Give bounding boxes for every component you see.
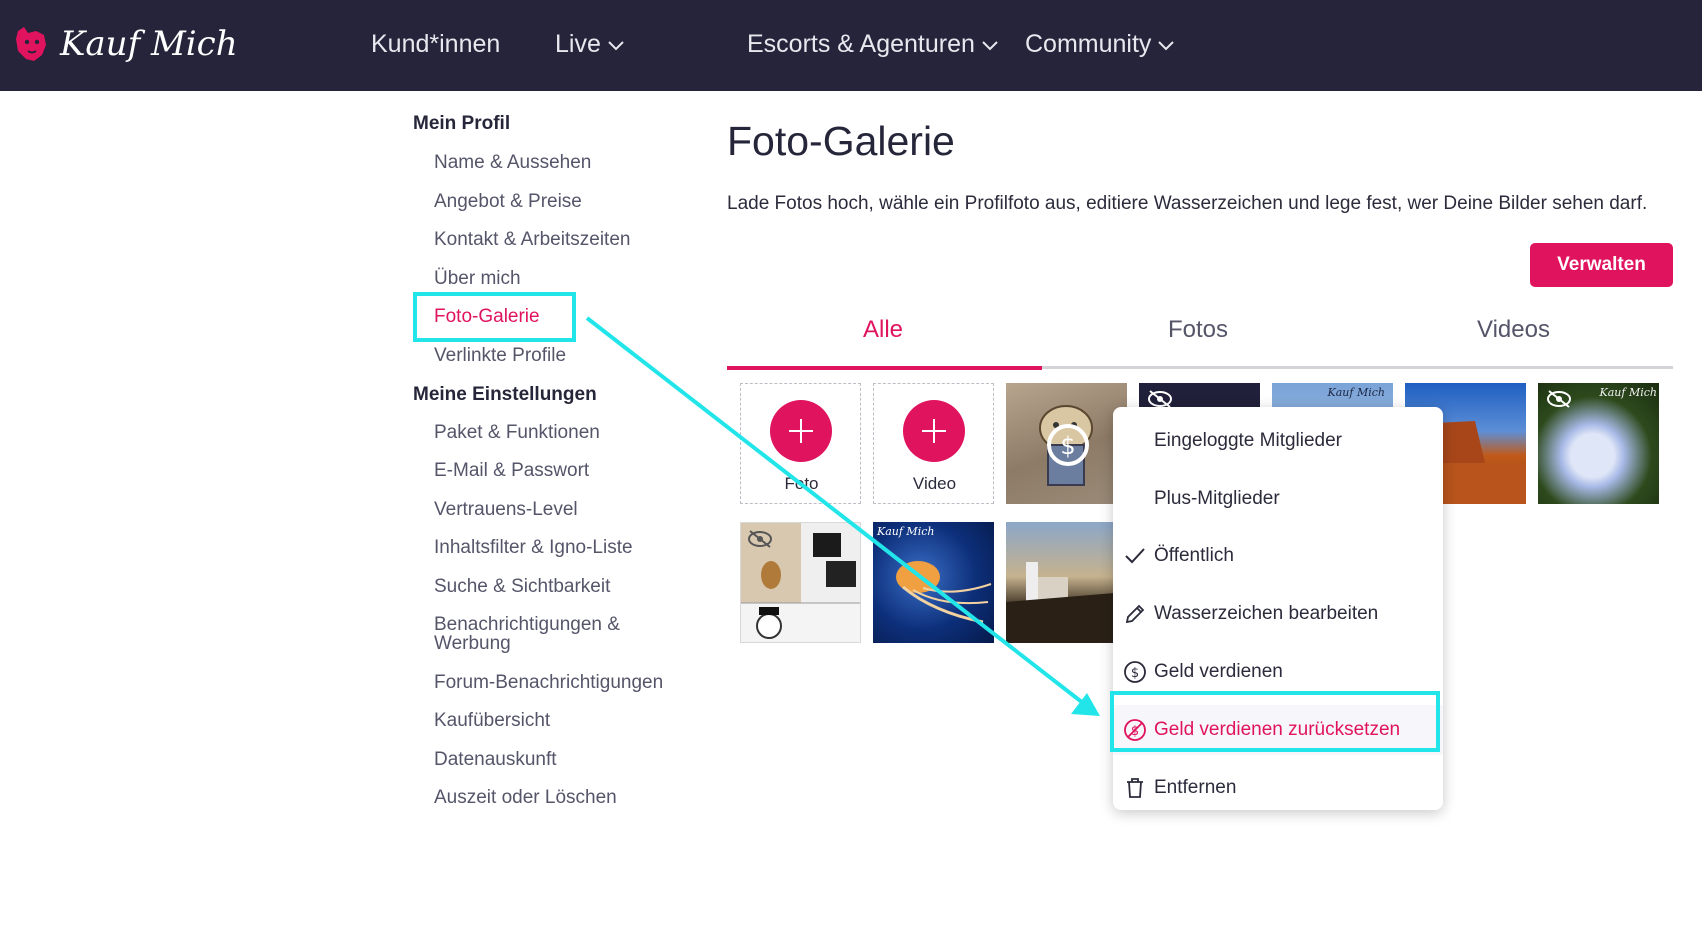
annotation-arrow: [585, 316, 1100, 716]
